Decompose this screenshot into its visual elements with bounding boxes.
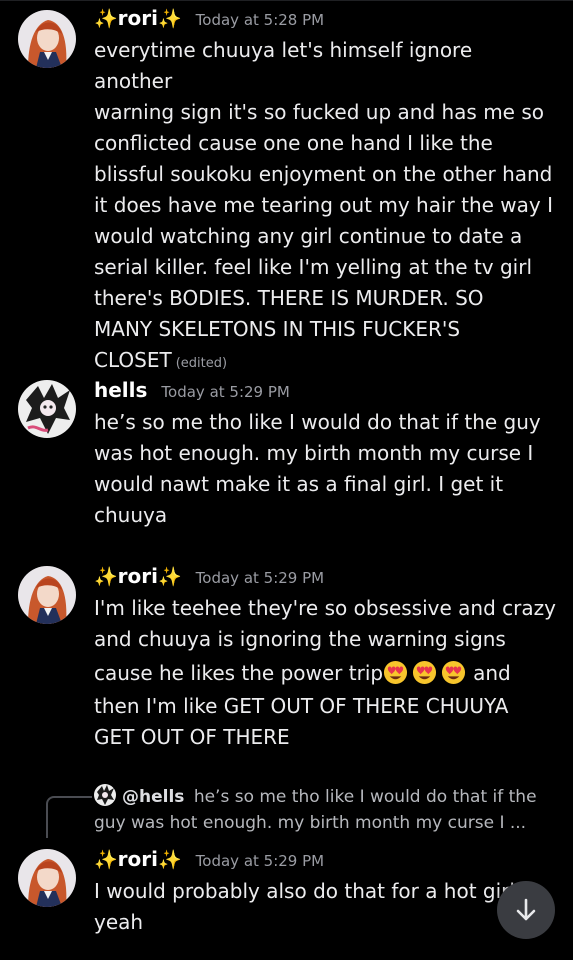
heart-eyes-emoji bbox=[384, 660, 408, 685]
message-3: ✨rori✨ Today at 5:29 PM I'm like teehee … bbox=[0, 564, 573, 754]
avatar-rori[interactable] bbox=[18, 10, 76, 68]
reply-avatar bbox=[94, 784, 116, 806]
message-text: everytime chuuya let's himself ignore an… bbox=[94, 38, 553, 372]
reply-connector bbox=[46, 796, 92, 838]
message-text: I'm like teehee they're so obsessive and… bbox=[94, 596, 556, 749]
message-header: ✨rori✨ Today at 5:28 PM bbox=[94, 6, 324, 36]
reply-mention[interactable]: @hells bbox=[122, 787, 184, 807]
timestamp: Today at 5:29 PM bbox=[161, 383, 290, 401]
message-header: ✨rori✨ Today at 5:29 PM bbox=[94, 847, 324, 877]
avatar-rori[interactable] bbox=[18, 566, 76, 624]
heart-eyes-emoji bbox=[413, 660, 437, 685]
message-1: ✨rori✨ Today at 5:28 PM everytime chuuya… bbox=[0, 6, 573, 372]
message-text: he’s so me tho like I would do that if t… bbox=[94, 410, 541, 527]
sparkle-icon: ✨ bbox=[94, 8, 118, 30]
avatar-hells[interactable] bbox=[18, 380, 76, 438]
timestamp: Today at 5:29 PM bbox=[195, 569, 325, 587]
message-header: ✨rori✨ Today at 5:29 PM bbox=[94, 564, 324, 594]
author-name[interactable]: ✨rori✨ bbox=[94, 564, 182, 588]
timestamp: Today at 5:28 PM bbox=[195, 11, 325, 29]
message-4: ✨rori✨ Today at 5:29 PM I would probably… bbox=[0, 847, 573, 947]
message-2: hells Today at 5:29 PM he’s so me tho li… bbox=[0, 378, 573, 528]
arrow-down-icon bbox=[516, 898, 536, 921]
top-divider bbox=[0, 0, 573, 1]
author-name[interactable]: ✨rori✨ bbox=[94, 6, 182, 30]
author-name[interactable]: ✨rori✨ bbox=[94, 847, 182, 871]
message-text: I would probably also do that for a hot … bbox=[94, 879, 515, 934]
timestamp: Today at 5:29 PM bbox=[195, 852, 325, 870]
heart-eyes-emoji bbox=[442, 660, 466, 685]
edited-label: (edited) bbox=[175, 356, 228, 371]
sparkle-icon: ✨ bbox=[94, 566, 118, 588]
sparkle-icon: ✨ bbox=[158, 8, 182, 30]
sparkle-icon: ✨ bbox=[158, 849, 182, 871]
reply-preview[interactable]: @hells he’s so me tho like I would do th… bbox=[94, 784, 554, 836]
avatar-rori[interactable] bbox=[18, 849, 76, 907]
sparkle-icon: ✨ bbox=[158, 566, 182, 588]
sparkle-icon: ✨ bbox=[94, 849, 118, 871]
author-name[interactable]: hells bbox=[94, 378, 147, 402]
jump-to-bottom-button[interactable] bbox=[497, 881, 555, 939]
message-header: hells Today at 5:29 PM bbox=[94, 378, 290, 408]
